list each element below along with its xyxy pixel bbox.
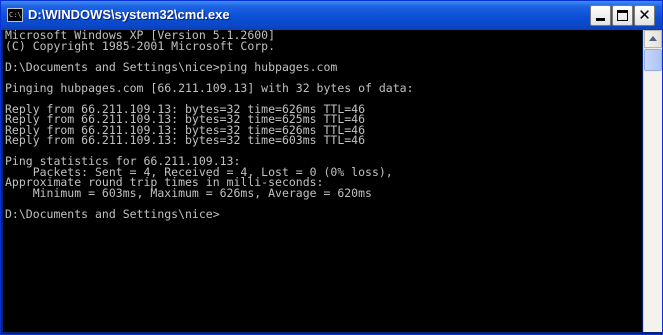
maximize-button[interactable] [612,5,633,26]
maximize-icon [617,10,628,21]
minimize-button[interactable] [590,5,611,26]
console-prompt[interactable]: D:\Documents and Settings\nice> [3,208,642,220]
close-button[interactable]: ✕ [634,5,655,26]
scroll-up-button[interactable] [644,30,662,48]
window-title: D:\WINDOWS\system32\cmd.exe [28,7,230,22]
console-line: D:\Documents and Settings\nice>ping hubp… [5,59,338,74]
minimize-icon [596,18,605,21]
vertical-scrollbar[interactable] [643,30,662,332]
scrollbar-track[interactable] [644,72,662,332]
console-line: Reply from 66.211.109.13: bytes=32 time=… [5,133,366,147]
scrollbar-thumb[interactable] [644,49,662,71]
console-output[interactable]: Microsoft Windows XP [Version 5.1.2600] … [3,30,642,332]
close-icon: ✕ [638,6,651,24]
title-bar[interactable]: C:\ D:\WINDOWS\system32\cmd.exe ✕ [1,1,662,30]
console-line: (C) Copyright 1985-2001 Microsoft Corp. [5,38,276,53]
console-line: Minimum = 603ms, Maximum = 626ms, Averag… [5,185,372,200]
cmd-icon[interactable]: C:\ [7,8,23,22]
cmd-window: C:\ D:\WINDOWS\system32\cmd.exe ✕ Micros… [0,0,663,335]
console-line: Pinging hubpages.com [66.211.109.13] wit… [5,80,414,95]
arrow-up-icon [649,36,657,41]
